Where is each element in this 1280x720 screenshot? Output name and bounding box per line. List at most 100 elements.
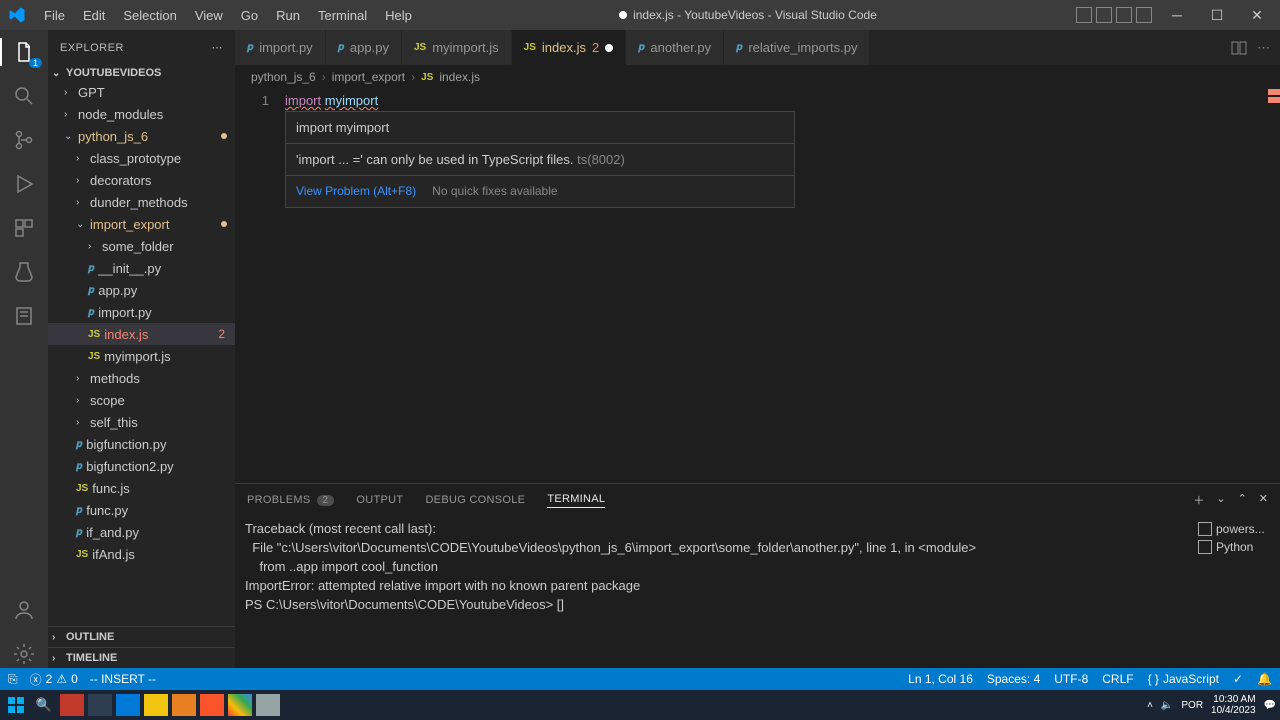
taskbar-vscode-icon[interactable] xyxy=(116,694,140,716)
file-if-and-py[interactable]: 𝒑if_and.py xyxy=(48,521,235,543)
status-errors[interactable]: ⓧ 2 ⚠ 0 xyxy=(30,671,78,688)
workspace-root[interactable]: ⌄YOUTUBEVIDEOS xyxy=(48,65,235,81)
menu-view[interactable]: View xyxy=(187,4,231,27)
view-problem-link[interactable]: View Problem (Alt+F8) xyxy=(296,182,416,201)
menu-go[interactable]: Go xyxy=(233,4,266,27)
file-init-py[interactable]: 𝒑__init__.py xyxy=(48,257,235,279)
status-prettier-icon[interactable]: ✓ xyxy=(1233,672,1243,686)
menu-run[interactable]: Run xyxy=(268,4,308,27)
file-app-py[interactable]: 𝒑app.py xyxy=(48,279,235,301)
search-icon[interactable] xyxy=(10,82,38,110)
split-editor-icon[interactable] xyxy=(1231,40,1247,56)
layout-panel-icon[interactable] xyxy=(1096,7,1112,23)
menu-terminal[interactable]: Terminal xyxy=(310,4,375,27)
tray-network-icon[interactable]: 🔈 xyxy=(1161,700,1173,711)
breadcrumb[interactable]: python_js_6 › import_export › JS index.j… xyxy=(235,65,1280,89)
taskbar-date[interactable]: 10/4/2023 xyxy=(1211,705,1256,716)
timeline-section[interactable]: ›TIMELINE xyxy=(48,647,235,668)
taskbar-firefox-icon[interactable] xyxy=(172,694,196,716)
more-actions-icon[interactable]: ⋯ xyxy=(1257,40,1270,56)
settings-gear-icon[interactable] xyxy=(10,640,38,668)
new-terminal-icon[interactable]: ＋ xyxy=(1193,492,1204,508)
maximize-panel-icon[interactable]: ⌃ xyxy=(1238,492,1247,508)
layout-sidebar-left-icon[interactable] xyxy=(1076,7,1092,23)
breadcrumb-segment[interactable]: python_js_6 xyxy=(251,70,316,84)
folder-decorators[interactable]: ›decorators xyxy=(48,169,235,191)
taskbar-time[interactable]: 10:30 AM xyxy=(1211,694,1256,705)
folder-scope[interactable]: ›scope xyxy=(48,389,235,411)
folder-gpt[interactable]: ›GPT xyxy=(48,81,235,103)
search-taskbar-icon[interactable]: 🔍 xyxy=(32,694,56,716)
layout-sidebar-right-icon[interactable] xyxy=(1116,7,1132,23)
status-language[interactable]: { } JavaScript xyxy=(1148,672,1219,686)
maximize-button[interactable]: ☐ xyxy=(1202,7,1232,24)
folder-python-js-6[interactable]: ⌄python_js_6 xyxy=(48,125,235,147)
taskbar-app-icon[interactable] xyxy=(88,694,112,716)
bookmarks-icon[interactable] xyxy=(10,302,38,330)
menu-edit[interactable]: Edit xyxy=(75,4,113,27)
notification-center-icon[interactable]: 💬 xyxy=(1264,700,1276,711)
run-debug-icon[interactable] xyxy=(10,170,38,198)
accounts-icon[interactable] xyxy=(10,596,38,624)
minimap[interactable] xyxy=(1246,89,1266,483)
taskbar-explorer-icon[interactable] xyxy=(144,694,168,716)
tab-import-py[interactable]: 𝒑import.py xyxy=(235,30,326,65)
taskbar-brave-icon[interactable] xyxy=(200,694,224,716)
tab-relative-imports-py[interactable]: 𝒑relative_imports.py xyxy=(724,30,870,65)
folder-import-export[interactable]: ⌄import_export xyxy=(48,213,235,235)
status-notifications-icon[interactable]: 🔔 xyxy=(1257,672,1272,686)
panel-tab-output[interactable]: OUTPUT xyxy=(356,494,403,506)
unsaved-dot-icon[interactable] xyxy=(605,44,613,52)
folder-methods[interactable]: ›methods xyxy=(48,367,235,389)
tray-chevron-icon[interactable]: ˄ xyxy=(1147,700,1153,711)
file-myimport-js[interactable]: JSmyimport.js xyxy=(48,345,235,367)
layout-customize-icon[interactable] xyxy=(1136,7,1152,23)
status-indentation[interactable]: Spaces: 4 xyxy=(987,672,1040,686)
status-eol[interactable]: CRLF xyxy=(1102,672,1133,686)
terminal-output[interactable]: Traceback (most recent call last): File … xyxy=(235,516,1190,668)
minimize-button[interactable]: ─ xyxy=(1162,7,1192,23)
tab-app-py[interactable]: 𝒑app.py xyxy=(326,30,402,65)
menu-selection[interactable]: Selection xyxy=(115,4,184,27)
overview-ruler[interactable] xyxy=(1266,89,1280,483)
terminal-dropdown-icon[interactable]: ⌄ xyxy=(1216,492,1225,508)
code-editor[interactable]: 1 import myimport import myimport 'impor… xyxy=(235,89,1280,483)
taskbar-app-icon[interactable] xyxy=(60,694,84,716)
terminal-entry-powershell[interactable]: powers... xyxy=(1194,520,1276,538)
sidebar-more-icon[interactable]: ⋯ xyxy=(212,41,224,54)
remote-indicator[interactable]: ⎘ xyxy=(8,672,18,687)
file-index-js[interactable]: JSindex.js2 xyxy=(48,323,235,345)
taskbar-chrome-icon[interactable] xyxy=(228,694,252,716)
menu-help[interactable]: Help xyxy=(377,4,420,27)
file-func-js[interactable]: JSfunc.js xyxy=(48,477,235,499)
testing-icon[interactable] xyxy=(10,258,38,286)
outline-section[interactable]: ›OUTLINE xyxy=(48,626,235,647)
status-encoding[interactable]: UTF-8 xyxy=(1054,672,1088,686)
panel-tab-terminal[interactable]: TERMINAL xyxy=(547,493,605,508)
close-panel-icon[interactable]: ✕ xyxy=(1259,492,1268,508)
file-func-py[interactable]: 𝒑func.py xyxy=(48,499,235,521)
terminal-entry-python[interactable]: Python xyxy=(1194,538,1276,556)
folder-dunder-methods[interactable]: ›dunder_methods xyxy=(48,191,235,213)
file-bigfunction2-py[interactable]: 𝒑bigfunction2.py xyxy=(48,455,235,477)
start-button[interactable] xyxy=(4,694,28,716)
status-cursor-position[interactable]: Ln 1, Col 16 xyxy=(908,672,973,686)
folder-some-folder[interactable]: ›some_folder xyxy=(48,235,235,257)
extensions-icon[interactable] xyxy=(10,214,38,242)
menu-file[interactable]: File xyxy=(36,4,73,27)
panel-tab-debug[interactable]: DEBUG CONSOLE xyxy=(425,494,525,506)
tab-index-js[interactable]: JSindex.js2 xyxy=(512,30,627,65)
tab-another-py[interactable]: 𝒑another.py xyxy=(626,30,724,65)
breadcrumb-segment[interactable]: index.js xyxy=(439,70,480,84)
folder-node-modules[interactable]: ›node_modules xyxy=(48,103,235,125)
folder-class-prototype[interactable]: ›class_prototype xyxy=(48,147,235,169)
file-ifand-js[interactable]: JSifAnd.js xyxy=(48,543,235,565)
source-control-icon[interactable] xyxy=(10,126,38,154)
file-import-py[interactable]: 𝒑import.py xyxy=(48,301,235,323)
folder-self-this[interactable]: ›self_this xyxy=(48,411,235,433)
tray-language[interactable]: POR xyxy=(1181,700,1203,711)
breadcrumb-segment[interactable]: import_export xyxy=(332,70,405,84)
explorer-icon[interactable]: 1 xyxy=(0,38,48,66)
file-bigfunction-py[interactable]: 𝒑bigfunction.py xyxy=(48,433,235,455)
tab-myimport-js[interactable]: JSmyimport.js xyxy=(402,30,512,65)
